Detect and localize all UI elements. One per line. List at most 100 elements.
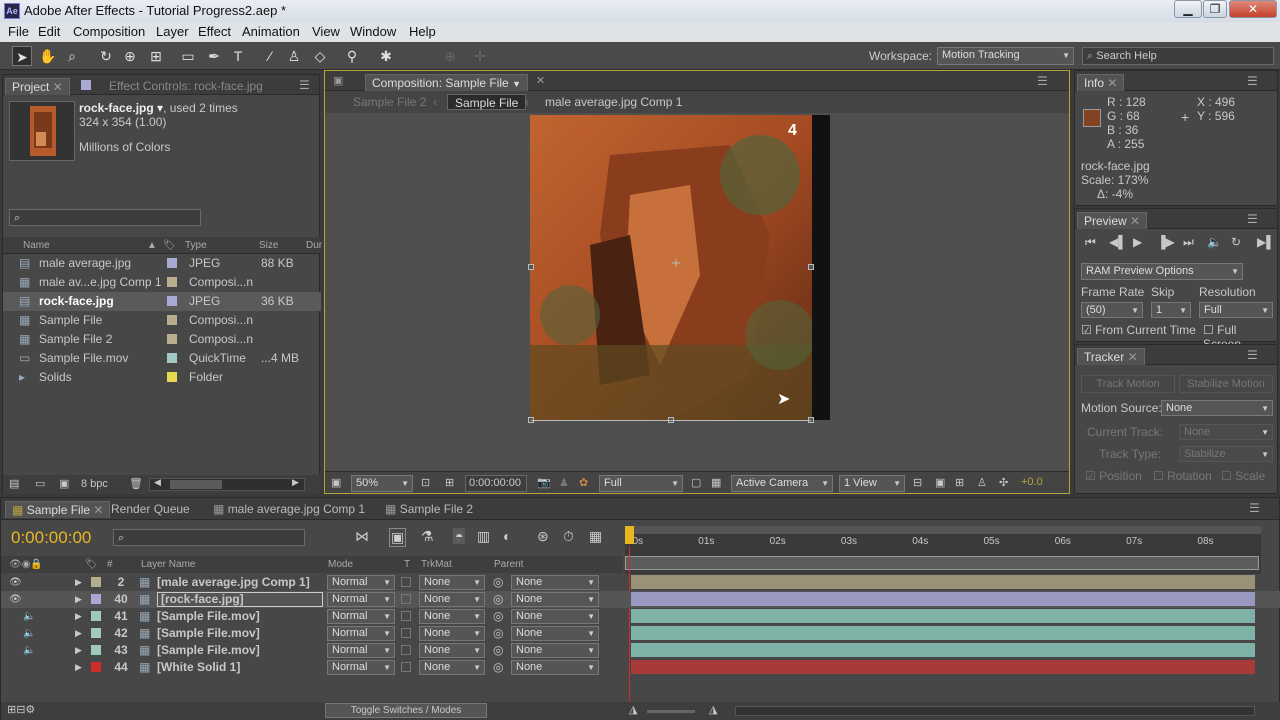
label-color-icon[interactable]: [91, 611, 101, 621]
stabilize-motion-button[interactable]: Stabilize Motion: [1179, 375, 1273, 393]
panel-menu-icon[interactable]: ☰: [1249, 501, 1260, 515]
layer-duration-bar[interactable]: [631, 609, 1255, 623]
layer-row[interactable]: 👁 ▶ 40 ▦ [rock-face.jpg] Normal None ◎ None: [1, 591, 1280, 608]
rotate-tool-icon[interactable]: ↻: [96, 46, 116, 66]
motion-blur-icon[interactable]: ◐: [503, 528, 511, 544]
expand-triangle-icon[interactable]: ▶: [75, 659, 82, 676]
always-preview-icon[interactable]: ▣: [331, 476, 341, 489]
menu-help[interactable]: Help: [409, 24, 436, 39]
brush-tool-icon[interactable]: ⁄: [260, 46, 280, 66]
trkmat-dropdown[interactable]: None: [419, 660, 485, 675]
menu-layer[interactable]: Layer: [156, 24, 189, 39]
tab-info[interactable]: Info ✕: [1077, 74, 1125, 91]
preserve-transparency-checkbox[interactable]: [401, 611, 411, 621]
position-checkbox[interactable]: ☑ Position: [1085, 469, 1142, 483]
type-tool-icon[interactable]: T: [228, 46, 248, 66]
parent-dropdown[interactable]: None: [511, 592, 599, 607]
parent-dropdown[interactable]: None: [511, 643, 599, 658]
project-item[interactable]: ▭ Sample File.mov QuickTime ...4 MB: [3, 349, 321, 368]
track-motion-button[interactable]: Track Motion: [1081, 375, 1175, 393]
label-color-icon[interactable]: [167, 258, 177, 268]
column-duration[interactable]: Dur: [306, 237, 322, 254]
clone-stamp-tool-icon[interactable]: ♙: [284, 46, 304, 66]
tab-timeline-sample-file[interactable]: ▦ Sample File ✕: [5, 501, 111, 518]
frame-rate-dropdown[interactable]: (50): [1081, 302, 1143, 318]
flowchart-icon[interactable]: ♙: [977, 476, 987, 489]
time-ruler[interactable]: 00s 01s 02s 03s 04s 05s 06s 07s 08s: [625, 526, 1261, 574]
layer-row[interactable]: 👁 ▶ 2 ▦ [male average.jpg Comp 1] Normal None ◎…: [1, 574, 1280, 591]
label-color-icon[interactable]: [167, 334, 177, 344]
label-color-icon[interactable]: [91, 628, 101, 638]
new-composition-icon[interactable]: ▣: [59, 477, 69, 490]
trkmat-dropdown[interactable]: None: [419, 592, 485, 607]
tab-project[interactable]: Project ✕: [5, 78, 70, 95]
pick-whip-icon[interactable]: ◎: [493, 625, 503, 642]
layer-duration-bar[interactable]: [631, 575, 1255, 589]
parent-dropdown[interactable]: None: [511, 626, 599, 641]
camera-dropdown[interactable]: Active Camera: [731, 475, 833, 492]
preserve-transparency-checkbox[interactable]: [401, 662, 411, 672]
column-type[interactable]: Type: [185, 237, 207, 254]
snapshot-icon[interactable]: 📷: [537, 476, 551, 489]
region-of-interest-icon[interactable]: ▢: [691, 476, 701, 489]
eraser-tool-icon[interactable]: ◇: [310, 46, 330, 66]
current-time-indicator[interactable]: [625, 526, 634, 544]
layer-duration-bar[interactable]: [631, 592, 1255, 606]
puppet-pin-tool-icon[interactable]: ✱: [376, 46, 396, 66]
audio-icon[interactable]: 🔈: [23, 625, 35, 642]
project-item[interactable]: ▤ rock-face.jpg JPEG 36 KB: [3, 292, 321, 311]
layer-row[interactable]: ▶ 44 ▦ [White Solid 1] Normal None ◎ None: [1, 659, 1280, 676]
layer-name[interactable]: [White Solid 1]: [157, 659, 240, 676]
layer-mode-dropdown[interactable]: Normal: [327, 575, 395, 590]
from-current-time-checkbox[interactable]: ☑ From Current Time: [1081, 323, 1196, 337]
toggle-switches-modes-button[interactable]: Toggle Switches / Modes: [325, 703, 487, 718]
column-size[interactable]: Size: [259, 237, 278, 254]
timeline-search-input[interactable]: ⌕: [113, 529, 305, 546]
label-color-icon[interactable]: [91, 645, 101, 655]
project-item[interactable]: ▦ male av...e.jpg Comp 1 Composi...n: [3, 273, 321, 292]
transparency-grid-icon[interactable]: ▦: [711, 476, 721, 489]
trkmat-dropdown[interactable]: None: [419, 609, 485, 624]
breadcrumb-sample-file[interactable]: Sample File: [447, 94, 527, 110]
pick-whip-icon[interactable]: ◎: [493, 659, 503, 676]
current-track-dropdown[interactable]: None: [1179, 424, 1273, 440]
auto-keyframe-icon[interactable]: ⏱: [563, 528, 574, 545]
column-name[interactable]: Name: [23, 237, 50, 254]
layer-name[interactable]: [rock-face.jpg]: [157, 592, 323, 607]
label-color-icon[interactable]: [167, 296, 177, 306]
layer-mode-dropdown[interactable]: Normal: [327, 626, 395, 641]
pen-tool-icon[interactable]: ✒: [204, 46, 224, 66]
selection-tool-icon[interactable]: ➤: [12, 46, 32, 66]
preserve-transparency-checkbox[interactable]: [401, 628, 411, 638]
channel-icon[interactable]: ✿: [579, 476, 588, 489]
maximize-button[interactable]: ❐: [1203, 0, 1227, 18]
audio-icon[interactable]: 🔈: [1207, 235, 1222, 249]
show-snapshot-icon[interactable]: ♟: [559, 476, 569, 489]
expand-triangle-icon[interactable]: ▶: [75, 608, 82, 625]
column-parent[interactable]: Parent: [494, 556, 523, 573]
column-layer-name[interactable]: Layer Name: [141, 556, 195, 573]
panel-menu-icon[interactable]: ☰: [1037, 74, 1048, 88]
layer-duration-bar[interactable]: [631, 660, 1255, 674]
project-item[interactable]: ▤ male average.jpg JPEG 88 KB: [3, 254, 321, 273]
frame-blending-icon[interactable]: ▥: [477, 528, 490, 545]
work-area-bar[interactable]: [625, 526, 1261, 534]
axis-local-icon[interactable]: ⊕: [440, 46, 460, 66]
workspace-dropdown[interactable]: Motion Tracking: [937, 47, 1074, 65]
project-item[interactable]: ▦ Sample File 2 Composi...n: [3, 330, 321, 349]
timeline-icon[interactable]: ⊞: [955, 476, 964, 489]
fit-icon[interactable]: ⊡: [421, 476, 430, 489]
preserve-transparency-checkbox[interactable]: [401, 645, 411, 655]
minimize-button[interactable]: ▁: [1174, 0, 1202, 18]
previous-frame-icon[interactable]: ◀▌: [1109, 235, 1127, 249]
zoom-dropdown[interactable]: 50%: [351, 475, 413, 492]
breadcrumb-male-average-comp[interactable]: male average.jpg Comp 1: [545, 91, 682, 113]
panel-menu-icon[interactable]: ☰: [1247, 212, 1258, 226]
menu-window[interactable]: Window: [350, 24, 396, 39]
camera-tool-icon[interactable]: ⊕: [120, 46, 140, 66]
fast-preview-icon[interactable]: ▣: [935, 476, 945, 489]
pick-whip-icon[interactable]: ◎: [493, 591, 503, 608]
pan-behind-tool-icon[interactable]: ⊞: [146, 46, 166, 66]
horizontal-scrollbar[interactable]: ◀ ▶: [149, 477, 305, 491]
interpret-footage-icon[interactable]: ▤: [9, 477, 19, 490]
